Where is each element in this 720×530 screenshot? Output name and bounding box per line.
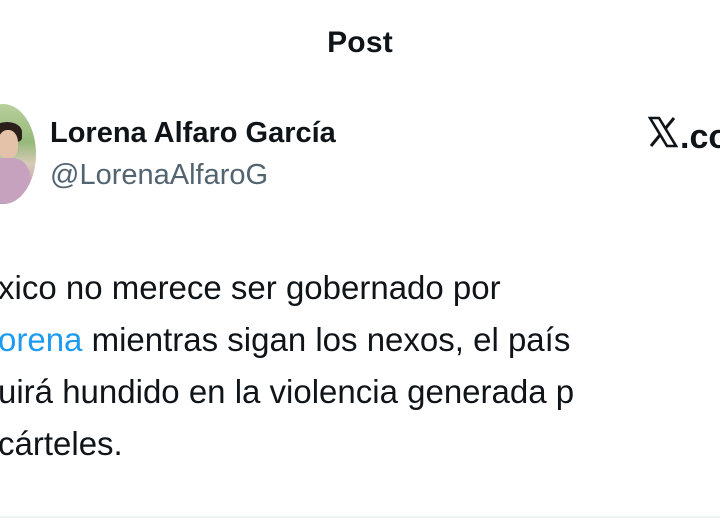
post-line: xico no merece ser gobernado por — [0, 262, 720, 314]
avatar[interactable] — [0, 104, 36, 204]
avatar-face — [0, 130, 18, 158]
author-name[interactable]: Lorena Alfaro García — [50, 117, 336, 150]
post-line: cárteles. — [0, 418, 720, 470]
post-detail-view: Post Lorena Alfaro García @LorenaAlfaroG… — [0, 0, 720, 530]
post-text-segment: xico no merece ser gobernado por — [0, 269, 501, 306]
page-title: Post — [327, 26, 393, 59]
post-line: orena mientras sigan los nexos, el país — [0, 314, 720, 366]
post-text-segment: cárteles. — [0, 425, 123, 462]
avatar-body — [0, 158, 30, 204]
mention-link[interactable]: orena — [0, 321, 82, 358]
post-line: uirá hundido en la violencia generada p — [0, 366, 720, 418]
post-text-segment: mientras sigan los nexos, el país — [82, 321, 571, 358]
brand-watermark: .co — [647, 116, 720, 157]
x-logo-icon — [647, 116, 679, 148]
post-text-segment: uirá hundido en la violencia generada p — [0, 373, 575, 410]
post-body: xico no merece ser gobernado por orena m… — [0, 262, 720, 470]
divider — [0, 516, 720, 518]
author-handle[interactable]: @LorenaAlfaroG — [50, 159, 268, 192]
brand-text: .co — [680, 118, 720, 156]
